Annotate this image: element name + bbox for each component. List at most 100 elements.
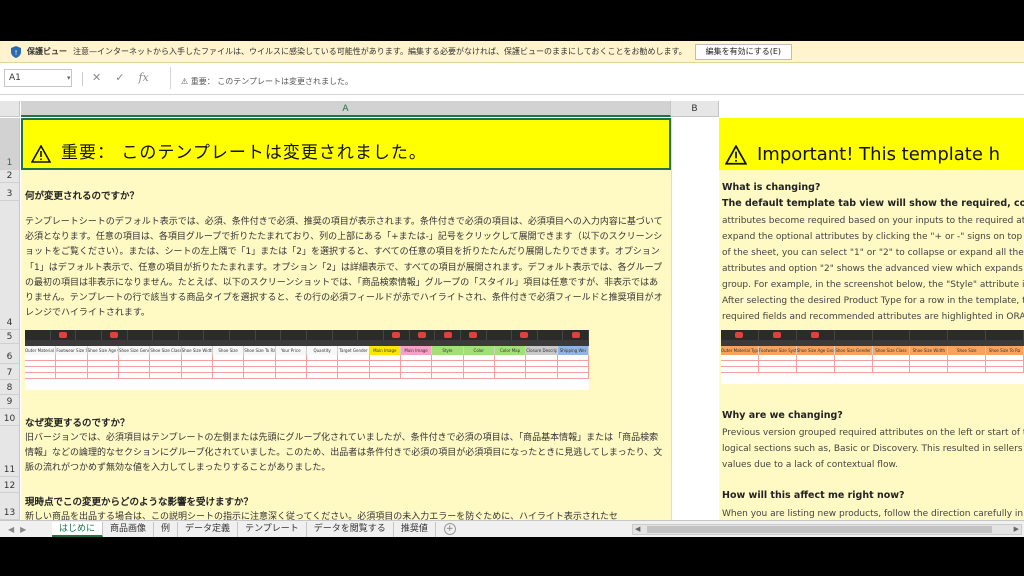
paragraph-line-en: attributes and option "2" shows the adva… <box>722 264 1024 274</box>
heading-why-changing-en: Why are we changing? <box>722 410 843 421</box>
tab-valid-values[interactable]: 推奨値 <box>394 521 436 537</box>
paragraph-how-affect: 新しい商品を出品する場合は、この説明シートの指示に注意深く従ってください。必須項… <box>25 512 618 520</box>
row-header-7[interactable]: 7 <box>0 364 20 380</box>
example-screenshot-table: Outer Material Type Footwear Size System… <box>25 330 589 390</box>
mini-header-cell: Color Map <box>494 346 527 355</box>
paragraph-line-en: attributes become required based on your… <box>722 216 1024 226</box>
row-header-1[interactable]: 1 <box>0 118 20 170</box>
paragraph-line-en: group. For example, in the screenshot be… <box>722 280 1024 290</box>
horizontal-scrollbar[interactable]: ◀ ▶ <box>632 524 1022 535</box>
protected-view-title: 保護ビュー <box>27 47 67 56</box>
heading-what-changing-en: What is changing? <box>722 182 821 193</box>
paragraph-line-en: expand the optional attributes by clicki… <box>722 232 1024 242</box>
mini-header-cell: Shoe Size Width <box>181 346 213 355</box>
mini-header-cell: Outer Material Type <box>25 346 57 355</box>
column-header-b[interactable]: B <box>671 101 719 117</box>
scrollbar-thumb[interactable] <box>647 526 992 533</box>
paragraph-line-en: of the sheet, you can select "1" or "2" … <box>722 248 1024 258</box>
add-sheet-icon[interactable]: + <box>443 523 456 535</box>
column-header-a[interactable]: A <box>21 101 671 117</box>
sheet-tab-bar: ◀ ▶ はじめに 商品画像 例 データ定義 テンプレート データを閲覧する 推奨… <box>0 520 1024 537</box>
tab-scroll-right-icon[interactable]: ▶ <box>20 525 26 534</box>
banner-english-title: Important! This template h <box>757 144 1001 165</box>
banner-english: Important! This template h <box>719 118 1024 170</box>
column-a-cells[interactable]: 重要： このテンプレートは変更されました。 何が変更されるのですか？ テンプレー… <box>21 118 671 520</box>
heading-what-changing: 何が変更されるのですか？ <box>25 191 140 202</box>
scroll-left-icon[interactable]: ◀ <box>635 525 640 533</box>
column-b-cells[interactable] <box>671 118 719 520</box>
heading-how-affect: 現時点でこの変更からどのような影響を受けますか？ <box>25 497 254 508</box>
mini-header-cell: Footwear Size System <box>56 346 88 355</box>
example-screenshot-table-en: Outer Material Type Footwear Size System… <box>721 330 1024 384</box>
tab-template[interactable]: テンプレート <box>238 521 307 537</box>
letterbox-bottom <box>0 537 1024 576</box>
tab-intro[interactable]: はじめに <box>52 521 104 537</box>
paragraph-what-changing: テンプレートシートのデフォルト表示では、必須、条件付きで必須、推奨の項目が表示さ… <box>25 217 663 319</box>
mini-header-cell: Shoe Size Class <box>873 346 911 355</box>
row-header-3[interactable]: 3 <box>0 183 20 201</box>
row-header-2[interactable]: 2 <box>0 170 20 183</box>
mini-header-cell: Color <box>463 346 495 355</box>
scroll-right-icon[interactable]: ▶ <box>1014 525 1019 533</box>
function-icon[interactable]: fx <box>138 71 148 84</box>
worksheet-grid[interactable]: A B 1 2 3 4 5 6 7 8 9 10 11 12 13 重要： この… <box>0 95 1024 520</box>
warning-icon <box>31 145 51 163</box>
tab-product-images[interactable]: 商品画像 <box>103 521 155 537</box>
paragraph-line-en: The default template tab view will show … <box>722 198 1024 209</box>
row-header-4[interactable]: 4 <box>0 201 20 330</box>
heading-why-changing: なぜ変更するのですか？ <box>25 418 130 429</box>
formula-input[interactable]: ⚠ 重要： このテンプレートは変更されました。 <box>170 67 1020 89</box>
row-header-9[interactable]: 9 <box>0 395 20 409</box>
mini-header-cell: Shoe Size To Range <box>244 346 276 355</box>
select-all-corner[interactable] <box>0 101 20 117</box>
row-header-12[interactable]: 12 <box>0 477 20 493</box>
english-instructions-panel[interactable]: Important! This template h What is chang… <box>719 118 1024 520</box>
mini-header-cell: Shoe Size Gender <box>118 346 151 355</box>
mini-header-cell: Shoe Size <box>948 346 987 355</box>
mini-header-cell: Outer Material Type <box>721 346 759 355</box>
row-header-11[interactable]: 11 <box>0 426 20 477</box>
paragraph-line-en: After selecting the desired Product Type… <box>722 296 1024 306</box>
tab-scroll-left-icon[interactable]: ◀ <box>8 525 14 534</box>
mini-header-cell: Shoe Size Gender <box>835 346 873 355</box>
formula-bar: A1 ▾ ✕ ✓ fx ⚠ 重要： このテンプレートは変更されました。 <box>0 63 1024 95</box>
paragraph-line-en: logical sections such as, Basic or Disco… <box>722 444 1023 454</box>
mini-header-cell: Shoe Size Width <box>910 346 949 355</box>
tab-example[interactable]: 例 <box>154 521 179 537</box>
enter-icon[interactable]: ✓ <box>115 71 124 84</box>
mini-header-cell: Shoe Size <box>213 346 245 355</box>
row-header-10[interactable]: 10 <box>0 409 20 426</box>
mini-header-cell: Shoe Size To Ra <box>986 346 1024 355</box>
name-box-value: A1 <box>9 73 21 83</box>
paragraph-line-en: Previous version grouped required attrib… <box>722 428 1024 438</box>
tab-browse-data[interactable]: データを閲覧する <box>307 521 394 537</box>
banner-cell-a1[interactable]: 重要： このテンプレートは変更されました。 <box>21 118 671 170</box>
warning-icon <box>725 145 747 165</box>
enable-editing-button[interactable]: 編集を有効にする(E) <box>694 43 793 60</box>
row-header-6[interactable]: 6 <box>0 344 20 364</box>
row-header-13[interactable]: 13 <box>0 493 20 520</box>
mini-header-cell: Shoe Size Class <box>150 346 182 355</box>
letterbox-top <box>0 0 1024 41</box>
shield-icon: ! <box>11 45 21 58</box>
mini-header-cell: Main Image <box>400 346 433 355</box>
mini-header-cell: Main Image <box>369 346 401 355</box>
cancel-icon[interactable]: ✕ <box>92 71 101 84</box>
mini-header-cell: Your Price <box>276 346 307 355</box>
mini-header-cell: Target Gender <box>339 346 370 355</box>
paragraph-line-en: When you are listing new products, follo… <box>722 509 1024 519</box>
mini-header-cell: Footwear Size System <box>758 346 797 355</box>
paragraph-why-changing: 旧バージョンでは、必須項目はテンプレートの左側または先頭にグループ化されていまし… <box>25 433 663 474</box>
chevron-down-icon[interactable]: ▾ <box>67 70 71 86</box>
row-header-8[interactable]: 8 <box>0 380 20 395</box>
paragraph-line-en: values due to a lack of contextual flow. <box>722 460 898 470</box>
protected-view-bar: ! 保護ビュー 注意—インターネットから入手したファイルは、ウイルスに感染してい… <box>0 41 1024 63</box>
heading-how-affect-en: How will this affect me right now? <box>722 490 905 501</box>
tab-data-definitions[interactable]: データ定義 <box>178 521 239 537</box>
mini-header-cell: Quantity <box>307 346 339 355</box>
protected-view-message: 注意—インターネットから入手したファイルは、ウイルスに感染している可能性がありま… <box>73 47 687 56</box>
row-header-5[interactable]: 5 <box>0 330 20 344</box>
mini-header-cell: Shipping Wei <box>557 346 589 355</box>
name-box[interactable]: A1 ▾ <box>4 69 72 87</box>
banner-title: 重要： このテンプレートは変更されました。 <box>61 143 427 163</box>
